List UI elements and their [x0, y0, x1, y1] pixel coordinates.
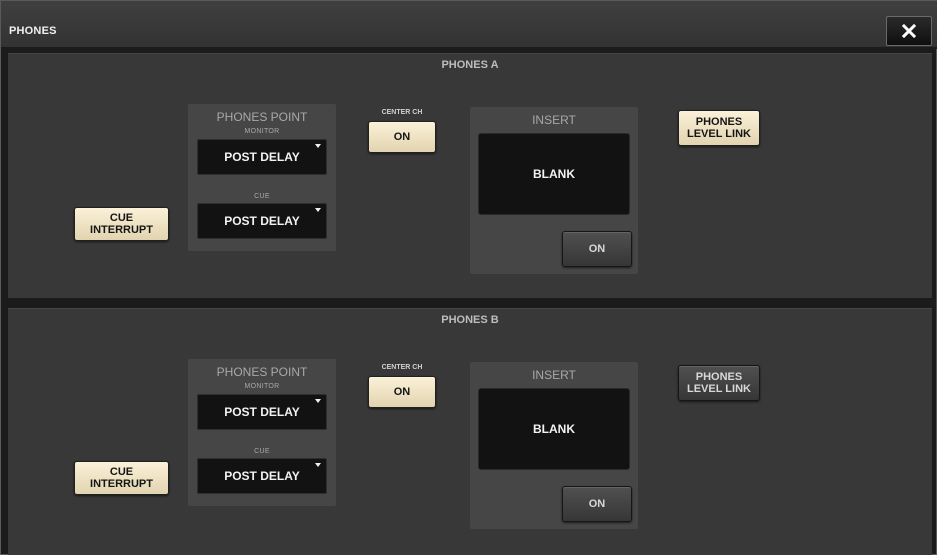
cue-interrupt-label-line1: CUE [109, 212, 134, 224]
level-link-line2: LEVEL LINK [687, 383, 751, 395]
phones-window: PHONES PHONES A CUE INTERRUPT PHONES POI… [0, 0, 937, 555]
phones-level-link-button[interactable]: PHONES LEVEL LINK [678, 110, 760, 146]
insert-group: INSERT BLANK ON [470, 107, 638, 274]
monitor-label: MONITOR [244, 383, 280, 390]
insert-on-label: ON [588, 243, 606, 255]
phones-point-group: PHONES POINT MONITOR POST DELAY CUE POST… [188, 359, 336, 506]
section-title: PHONES A [441, 59, 499, 71]
dropdown-arrow-icon [315, 144, 321, 148]
center-ch-on-label: ON [393, 131, 411, 143]
level-link-line1: PHONES [695, 116, 743, 128]
center-ch-on-button[interactable]: ON [368, 376, 436, 408]
monitor-point-value: POST DELAY [224, 405, 300, 419]
monitor-point-value: POST DELAY [224, 150, 300, 164]
insert-on-button[interactable]: ON [562, 231, 632, 267]
cue-interrupt-button[interactable]: CUE INTERRUPT [74, 207, 169, 241]
insert-group: INSERT BLANK ON [470, 362, 638, 529]
section-title: PHONES B [441, 314, 499, 326]
cue-interrupt-label-line2: INTERRUPT [90, 478, 153, 490]
close-icon [902, 24, 916, 38]
cue-label: CUE [254, 193, 270, 200]
center-ch-label: CENTER CH [381, 364, 423, 371]
cue-label: CUE [254, 448, 270, 455]
cue-point-value: POST DELAY [224, 469, 300, 483]
center-ch-label: CENTER CH [381, 109, 423, 116]
insert-blank-display[interactable]: BLANK [478, 388, 630, 470]
phones-point-title: PHONES POINT [216, 110, 308, 124]
cue-interrupt-label-line1: CUE [109, 466, 134, 478]
center-ch-on-button[interactable]: ON [368, 121, 436, 153]
insert-title: INSERT [532, 113, 576, 127]
level-link-line1: PHONES [695, 371, 743, 383]
insert-on-button[interactable]: ON [562, 486, 632, 522]
phones-a-panel: PHONES A CUE INTERRUPT PHONES POINT MONI… [8, 53, 932, 298]
monitor-label: MONITOR [244, 128, 280, 135]
close-button[interactable] [886, 16, 932, 46]
cue-interrupt-label-line2: INTERRUPT [90, 224, 153, 236]
dropdown-arrow-icon [315, 399, 321, 403]
dropdown-arrow-icon [315, 208, 321, 212]
phones-point-group: PHONES POINT MONITOR POST DELAY CUE POST… [188, 104, 336, 251]
cue-point-value: POST DELAY [224, 214, 300, 228]
dropdown-arrow-icon [315, 463, 321, 467]
insert-on-label: ON [588, 498, 606, 510]
center-ch-on-label: ON [393, 386, 411, 398]
level-link-line2: LEVEL LINK [687, 128, 751, 140]
title-bar: PHONES [1, 1, 937, 49]
monitor-point-dropdown[interactable]: POST DELAY [197, 139, 327, 175]
insert-display-text: BLANK [533, 167, 575, 181]
phones-point-title: PHONES POINT [216, 365, 308, 379]
insert-title: INSERT [532, 368, 576, 382]
insert-blank-display[interactable]: BLANK [478, 133, 630, 215]
insert-display-text: BLANK [533, 422, 575, 436]
phones-level-link-button[interactable]: PHONES LEVEL LINK [678, 365, 760, 401]
cue-point-dropdown[interactable]: POST DELAY [197, 458, 327, 494]
monitor-point-dropdown[interactable]: POST DELAY [197, 394, 327, 430]
phones-b-panel: PHONES B CUE INTERRUPT PHONES POINT MONI… [8, 308, 932, 555]
cue-point-dropdown[interactable]: POST DELAY [197, 203, 327, 239]
window-title: PHONES [9, 25, 57, 37]
cue-interrupt-button[interactable]: CUE INTERRUPT [74, 461, 169, 495]
